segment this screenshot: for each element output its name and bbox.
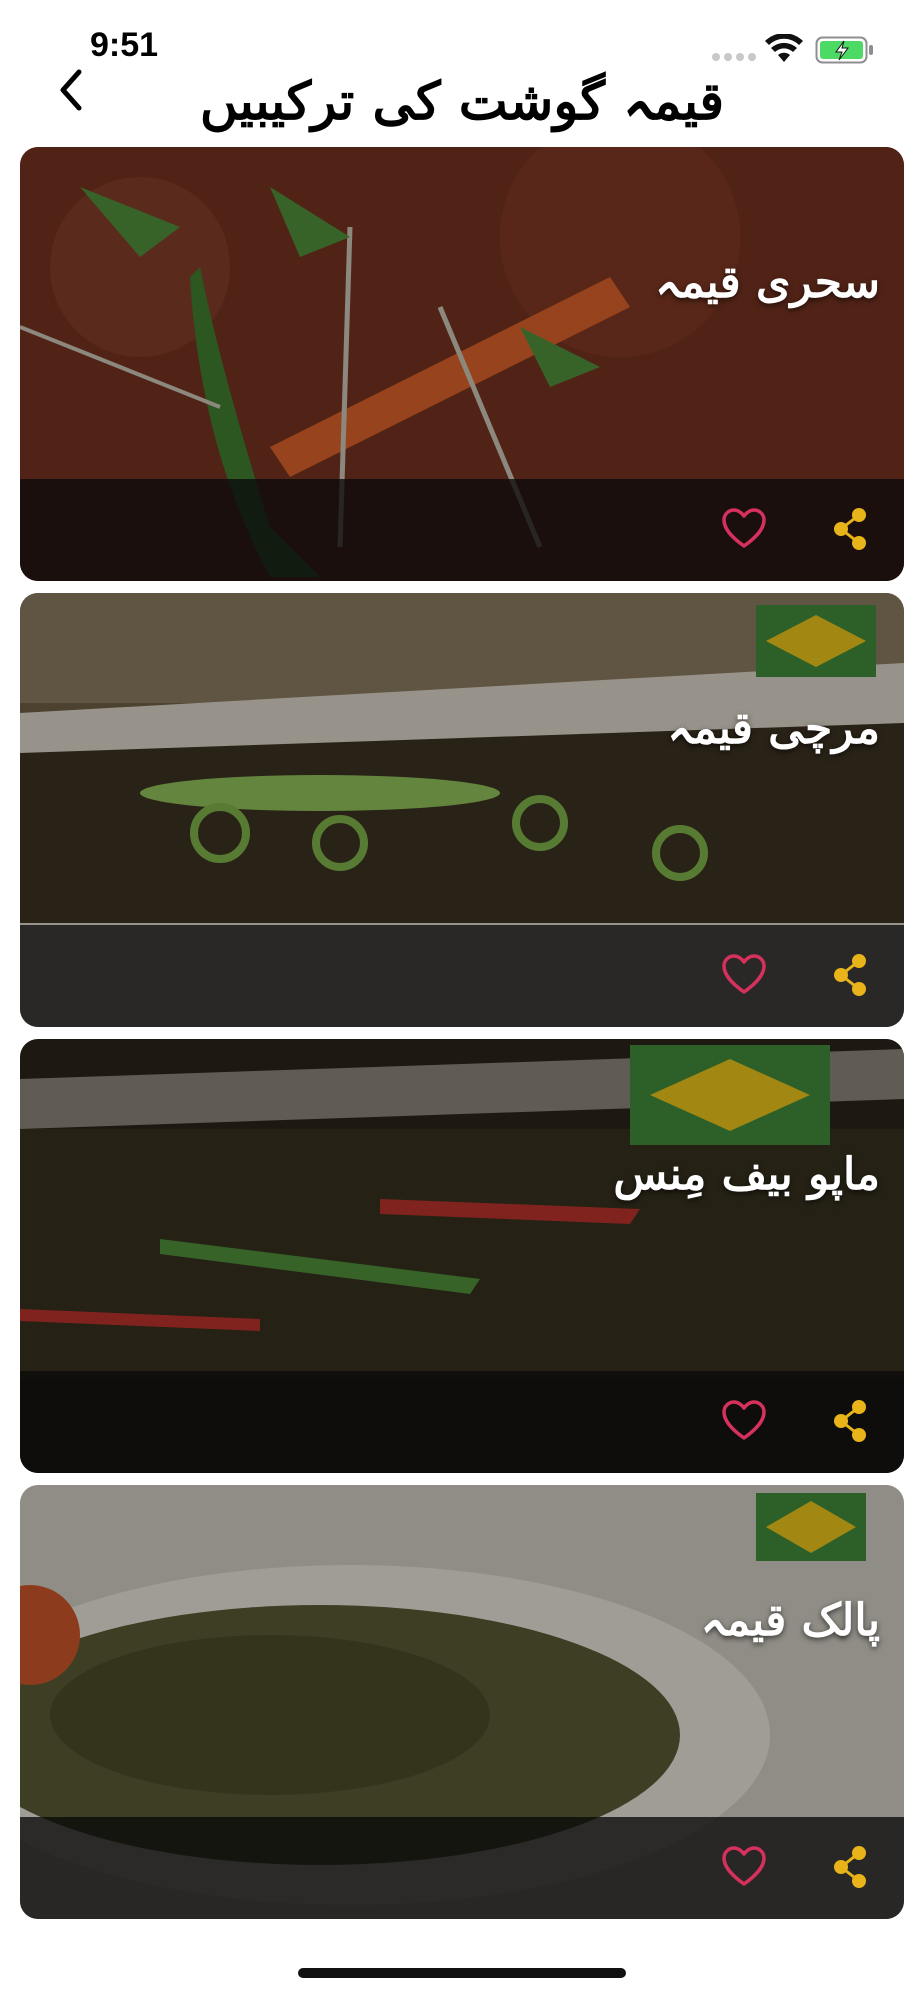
card-footer [20, 479, 904, 581]
recipe-card[interactable]: سحری قیمہ [20, 147, 904, 581]
card-footer [20, 1371, 904, 1473]
recipe-title: مرچی قیمہ [667, 703, 880, 754]
navigation-bar: قیمہ گوشت کی ترکیبیں [0, 60, 924, 145]
page-title: قیمہ گوشت کی ترکیبیں [199, 71, 725, 132]
heart-outline-icon[interactable] [720, 506, 768, 552]
share-icon[interactable] [830, 1844, 870, 1890]
home-indicator[interactable] [298, 1968, 626, 1978]
heart-outline-icon[interactable] [720, 1398, 768, 1444]
heart-outline-icon[interactable] [720, 952, 768, 998]
recipe-card[interactable]: پالک قیمہ [20, 1485, 904, 1919]
recipe-card[interactable]: مرچی قیمہ [20, 593, 904, 1027]
heart-outline-icon[interactable] [720, 1844, 768, 1890]
recipe-list: سحری قیمہ مرچی قیمہ ماپو بیف مِنس پالک ق… [20, 147, 904, 1931]
share-icon[interactable] [830, 506, 870, 552]
recipe-title: پالک قیمہ [700, 1595, 880, 1646]
share-icon[interactable] [830, 1398, 870, 1444]
recipe-card[interactable]: ماپو بیف مِنس [20, 1039, 904, 1473]
card-footer [20, 925, 904, 1027]
recipe-title: سحری قیمہ [655, 257, 880, 308]
share-icon[interactable] [830, 952, 870, 998]
card-footer [20, 1817, 904, 1919]
recipe-title: ماپو بیف مِنس [613, 1149, 880, 1200]
